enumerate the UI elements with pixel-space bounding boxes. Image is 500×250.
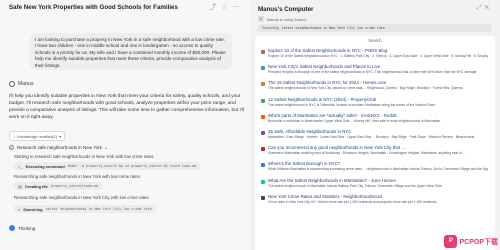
result-title[interactable]: Where's the Safest Borough in NYC? xyxy=(268,161,340,166)
tool-call-label: Executing command xyxy=(25,163,65,169)
knowledge-recalled-pill[interactable]: ◌ Knowledge recalled(1) ▾ xyxy=(9,131,66,141)
tool-call-argument: property_search/todo.md xyxy=(50,184,98,188)
tool-call-creating-file[interactable]: ▤ Creating file property_search/todo.md xyxy=(14,182,102,190)
site-favicon-icon xyxy=(261,130,265,135)
tool-call-label: Searching xyxy=(23,206,43,212)
browser-view: Search Explore 10 of the Safest Neighbor… xyxy=(255,36,495,250)
search-result[interactable]: New York Crime Rates and Statistics - Ne… xyxy=(261,194,489,210)
tool-call-label: Creating file xyxy=(24,183,48,189)
chevron-down-icon: ▾ xyxy=(59,133,62,139)
result-snippet: Explore 10 of the Safest Neighborhoods i… xyxy=(268,54,488,58)
result-snippet: Prospect Heights in Brooklyn is one of t… xyxy=(268,70,478,75)
search-result[interactable]: New York City's Safest Neighborhoods and… xyxy=(261,64,489,80)
using-status: ⌕ Manus is using Search xyxy=(258,16,306,22)
result-title[interactable]: New York Crime Rates and Statistics - Ne… xyxy=(268,194,382,199)
search-result[interactable]: 12 Safest Neighborhoods in NYC (2024) - … xyxy=(261,97,489,113)
user-message: I am looking to purchase a property in N… xyxy=(30,33,232,70)
result-title[interactable]: The 15 Safest Neighborhoods in NYC for 2… xyxy=(268,80,386,85)
site-favicon-icon xyxy=(261,98,265,103)
close-icon[interactable]: ✕ xyxy=(484,5,492,11)
tool-call-executing-command[interactable]: >_ Executing command mkdir -p property_s… xyxy=(14,162,201,170)
search-status-bar: Searching safest neighborhoods in New Yo… xyxy=(258,24,492,32)
search-result[interactable]: Where's the Safest Borough in NYC? While… xyxy=(261,161,489,177)
result-snippet: Greenwich Manhattan anything east of Bro… xyxy=(268,151,466,156)
tool-call-searching[interactable]: ⌕ Searching safest neighborhoods in New … xyxy=(14,205,156,213)
search-result[interactable]: Which parts of Manhattan are *actually* … xyxy=(261,113,489,129)
watermark: P PCPOP下载 xyxy=(444,235,498,248)
search-result[interactable]: 25 Safe, Affordable Neighborhoods in NYC… xyxy=(261,129,489,145)
site-favicon-icon xyxy=(261,195,265,200)
site-favicon-icon xyxy=(261,114,265,119)
computer-title: Manus's Computer xyxy=(258,6,314,13)
share-icon[interactable]: ⤴ xyxy=(208,3,217,12)
site-favicon-icon xyxy=(261,147,265,152)
lightbulb-icon: ◌ xyxy=(13,133,16,139)
step-log-text: Starting to research safe neighborhoods … xyxy=(14,154,155,159)
search-tool-icon: ⌕ xyxy=(258,16,264,22)
site-favicon-icon xyxy=(261,163,265,168)
result-snippet: Crime rates in New York City, NY. Violen… xyxy=(268,199,438,204)
computer-panel: Manus's Computer ⤢✕ ⌕ Manus is using Sea… xyxy=(250,0,500,250)
chevron-up-icon: ▴ xyxy=(105,145,108,150)
result-snippet: The safest neighborhoods in Manhattan in… xyxy=(268,183,443,188)
check-circle-icon: ✓ xyxy=(9,145,14,150)
search-icon: ⌕ xyxy=(18,206,21,212)
agent-message: I'll help you identify suitable properti… xyxy=(9,94,244,120)
manus-logo-icon xyxy=(9,81,15,87)
terminal-icon: >_ xyxy=(18,163,23,169)
step-label: Research safe neighborhoods in New York xyxy=(17,145,103,150)
browser-header: Search xyxy=(368,38,382,43)
agent-header: Manus xyxy=(9,80,34,88)
result-title[interactable]: What Are the Safest Neighborhoods in Man… xyxy=(268,178,396,183)
result-snippet: Manhattan · East Village · Harlem · Lowe… xyxy=(268,134,476,139)
using-text: Manus is using Search xyxy=(267,16,307,22)
thinking-label: Thinking xyxy=(18,225,36,231)
search-result[interactable]: Explore 10 of the Safest Neighborhoods i… xyxy=(261,48,489,64)
result-title[interactable]: 25 Safe, Affordable Neighborhoods in NYC xyxy=(268,129,351,134)
task-title: Safe New York Properties with Good Schoo… xyxy=(9,4,178,11)
step-log-text: Researching safe neighborhoods in New Yo… xyxy=(14,174,142,179)
result-snippet: The safest neighborhood in NYC is Totten… xyxy=(268,102,436,107)
result-snippet: The safest neighborhoods in New York Cit… xyxy=(268,86,464,91)
search-results-list: Explore 10 of the Safest Neighborhoods i… xyxy=(261,48,489,210)
thinking-spinner-icon xyxy=(9,225,15,231)
result-title[interactable]: Can you recommend any good neighborhoods… xyxy=(268,145,405,150)
step-research[interactable]: ✓ Research safe neighborhoods in New Yor… xyxy=(9,145,107,150)
site-favicon-icon xyxy=(261,66,265,71)
site-favicon-icon xyxy=(261,179,265,184)
result-snippet: Bronxville is suburban in Westchester. U… xyxy=(268,118,442,123)
file-icon: ▤ xyxy=(18,183,22,189)
bookmark-icon[interactable]: ☆ xyxy=(220,3,229,12)
search-result[interactable]: The 15 Safest Neighborhoods in NYC for 2… xyxy=(261,80,489,96)
search-query: safest neighborhoods in New York City lo… xyxy=(281,26,385,30)
tool-call-argument: safest neighborhoods in New York City lo… xyxy=(45,207,152,211)
watermark-text: PCPOP下载 xyxy=(459,238,498,246)
result-title[interactable]: New York City's Safest Neighborhoods and… xyxy=(268,64,380,69)
result-title[interactable]: Explore 10 of the Safest Neighborhoods i… xyxy=(268,48,387,53)
chat-panel: Safe New York Properties with Good Schoo… xyxy=(0,0,250,250)
result-title[interactable]: Which parts of Manhattan are *actually* … xyxy=(268,113,397,118)
step-log-text: Researching safe neighborhoods in New Yo… xyxy=(14,195,150,200)
tool-call-argument: mkdir -p property_search && cd property_… xyxy=(67,164,197,168)
knowledge-label: Knowledge recalled(1) xyxy=(17,133,58,139)
panel-controls: ⤢✕ xyxy=(477,5,492,12)
site-favicon-icon xyxy=(261,82,265,87)
result-snippet: While Midtown Manhattan is experiencing … xyxy=(268,167,488,172)
search-status-label: Searching xyxy=(262,26,279,30)
search-result[interactable]: Can you recommend any good neighborhoods… xyxy=(261,145,489,161)
watermark-logo: P xyxy=(444,235,458,248)
site-favicon-icon xyxy=(261,50,265,54)
more-icon[interactable]: ⋯ xyxy=(232,3,241,12)
agent-name: Manus xyxy=(18,81,34,87)
thinking-indicator: Thinking xyxy=(9,225,35,231)
result-title[interactable]: 12 Safest Neighborhoods in NYC (2024) - … xyxy=(268,97,376,102)
search-result[interactable]: What Are the Safest Neighborhoods in Man… xyxy=(261,178,489,194)
